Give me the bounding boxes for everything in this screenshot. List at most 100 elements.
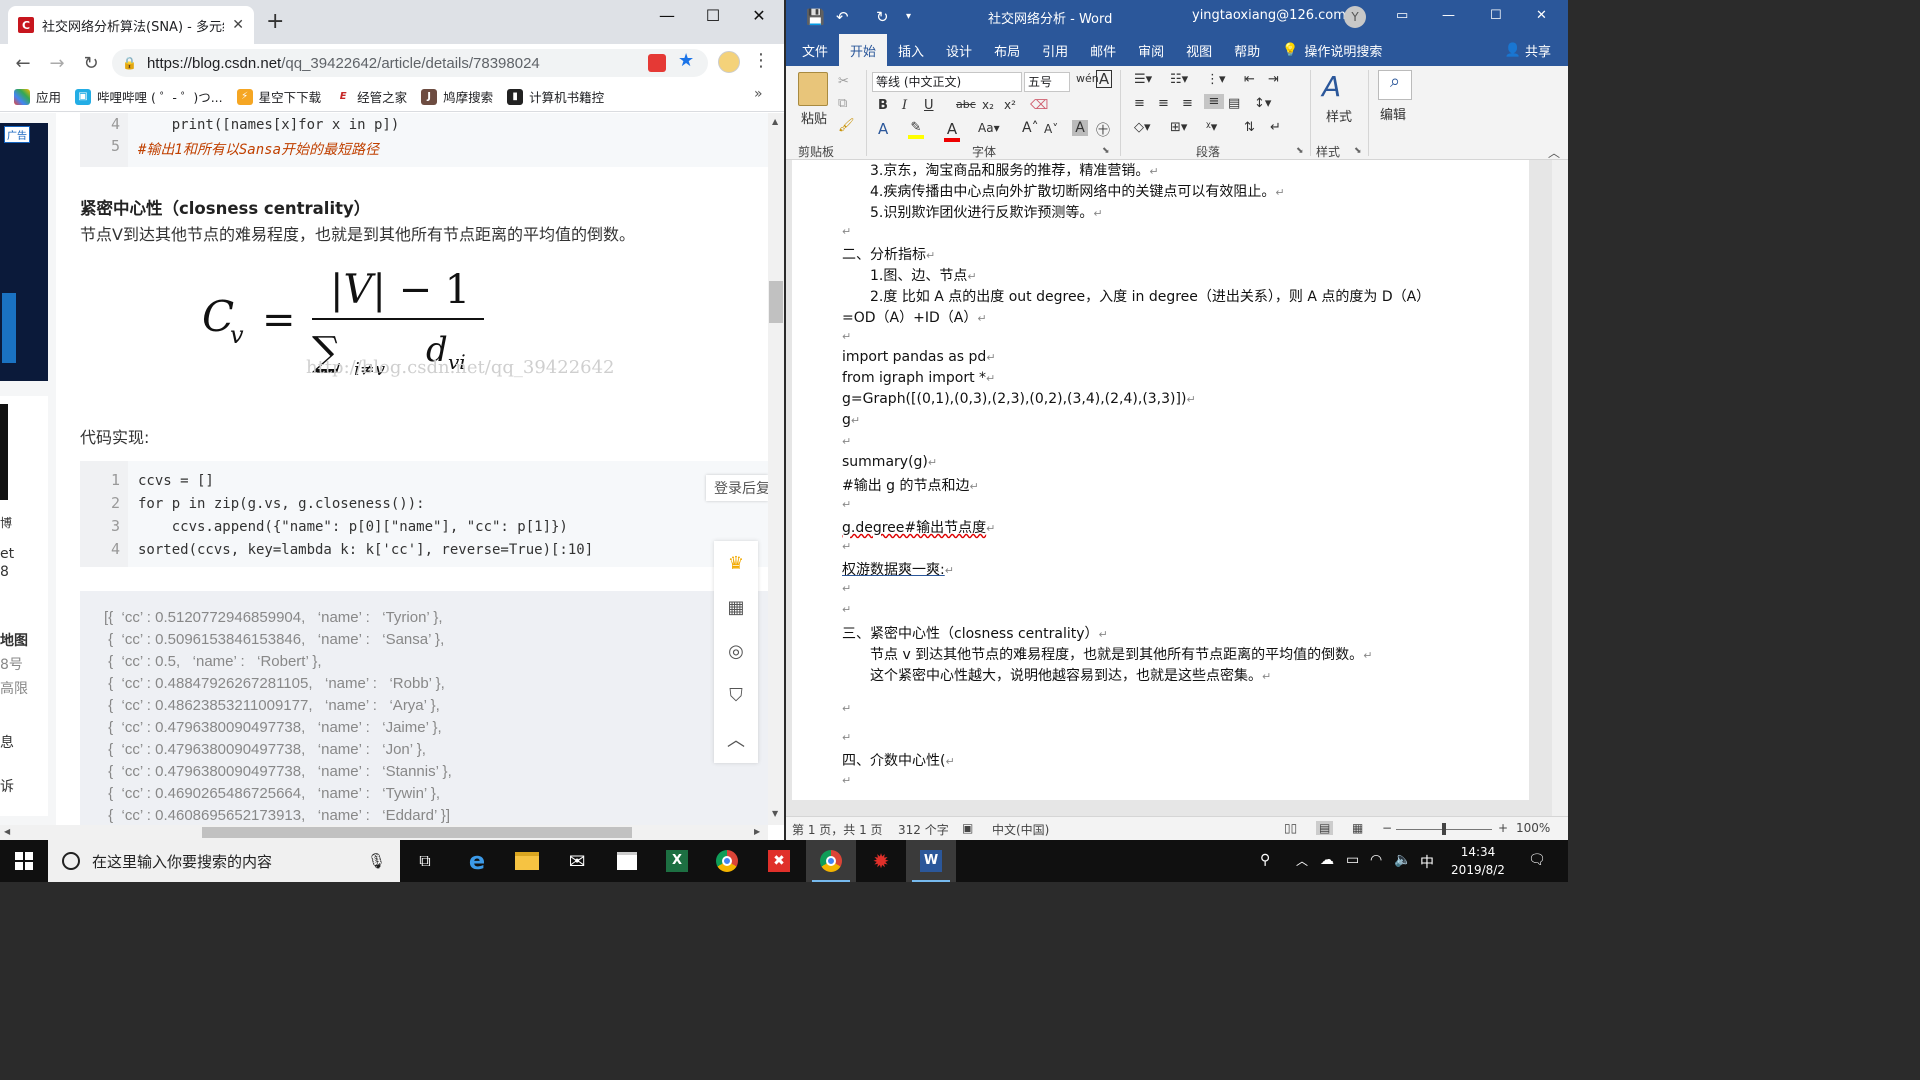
scroll-left-arrow-icon[interactable]: ◀ (4, 827, 10, 836)
multilevel-list-icon[interactable]: ⋮▾ (1206, 72, 1226, 87)
bullets-icon[interactable]: ☰▾ (1134, 72, 1152, 87)
scrollbar-thumb[interactable] (202, 827, 632, 838)
left-ad-banner[interactable]: 广告 (0, 123, 48, 381)
save-icon[interactable]: 💾 (806, 8, 825, 26)
read-mode-icon[interactable]: ▯▯ (1284, 821, 1297, 835)
tab-file[interactable]: 文件 (791, 34, 839, 66)
close-window-button[interactable]: ✕ (1536, 8, 1547, 23)
login-to-copy-button[interactable]: 登录后复 (706, 475, 768, 501)
battery-icon[interactable]: ▭ (1346, 852, 1359, 868)
app-gear-icon[interactable]: ✹ (856, 840, 906, 882)
character-border-icon[interactable]: A (1096, 70, 1112, 88)
font-color-icon[interactable]: A (944, 120, 960, 142)
xmind-icon[interactable]: ✖ (754, 840, 804, 882)
tab-mailings[interactable]: 邮件 (1079, 34, 1127, 66)
text-effects-icon[interactable]: A (878, 120, 888, 138)
ribbon-display-options-icon[interactable]: ▭ (1396, 8, 1408, 23)
tab-view[interactable]: 视图 (1175, 34, 1223, 66)
task-view-icon[interactable]: ⧉ (400, 840, 450, 882)
language-indicator[interactable]: 中文(中国) (992, 821, 1049, 838)
editing-label[interactable]: 编辑 (1380, 104, 1406, 123)
zoom-in-button[interactable]: + (1498, 821, 1508, 835)
web-layout-icon[interactable]: ▦ (1352, 821, 1363, 835)
report-shield-icon[interactable]: ⛉ (714, 673, 758, 717)
ime-indicator[interactable]: 中 (1420, 852, 1434, 872)
minimize-button[interactable]: — (1442, 8, 1455, 23)
left-card-text[interactable]: 诉 (0, 776, 14, 796)
notifications-icon[interactable]: 🗨 (1528, 852, 1546, 868)
print-layout-icon[interactable]: ▤ (1316, 821, 1334, 835)
scrollbar-thumb[interactable] (769, 281, 783, 323)
bookmark-jingguan[interactable]: E 经管之家 (335, 87, 407, 106)
page-vertical-scrollbar[interactable]: ▲ ▼ (768, 113, 784, 825)
reload-button[interactable]: ↻ (74, 53, 108, 74)
zoom-level[interactable]: 100% (1516, 821, 1550, 835)
back-to-top-icon[interactable]: ︿ (714, 717, 758, 761)
show-marks-icon[interactable]: ↵ (1270, 120, 1281, 135)
menu-icon[interactable]: ⋮ (752, 50, 770, 71)
start-button[interactable] (0, 840, 48, 882)
borders-icon[interactable]: ⊞▾ (1170, 120, 1187, 135)
new-tab-button[interactable]: + (266, 11, 284, 33)
page-count[interactable]: 第 1 页，共 1 页 (792, 821, 883, 838)
styles-dialog-launcher-icon[interactable]: ⬊ (1354, 146, 1362, 156)
word-icon[interactable]: W (906, 840, 956, 882)
cloud-icon[interactable]: ☁ (1320, 852, 1334, 868)
bookmark-apps[interactable]: 应用 (14, 87, 61, 106)
zoom-out-button[interactable]: − (1382, 821, 1392, 835)
chrome-open-icon[interactable] (806, 840, 856, 882)
minimize-button[interactable]: — (652, 6, 682, 25)
numbering-icon[interactable]: ☷▾ (1170, 72, 1188, 87)
bookmark-xingkong[interactable]: ⚡ 星空下下载 (236, 87, 321, 106)
tab-references[interactable]: 引用 (1031, 34, 1079, 66)
styles-label[interactable]: 样式 (1326, 106, 1352, 125)
cut-icon[interactable]: ✂ (838, 74, 849, 89)
document-page[interactable]: 3.京东，淘宝商品和服务的推荐，精准营销。↵ 4.疾病传播由中心点向外扩散切断网… (792, 160, 1529, 800)
copy-icon[interactable]: ⧉ (838, 96, 847, 111)
account-email[interactable]: yingtaoxiang@126.com (1192, 8, 1346, 23)
tab-insert[interactable]: 插入 (887, 34, 935, 66)
tell-me-search[interactable]: 💡 操作说明搜索 (1271, 34, 1393, 66)
clear-formatting-icon[interactable]: ⌫ (1030, 98, 1048, 113)
account-avatar[interactable]: Y (1344, 6, 1366, 28)
bookmark-star-icon[interactable]: ★ (678, 50, 694, 71)
close-tab-icon[interactable]: ✕ (232, 17, 244, 33)
line-spacing-icon[interactable]: ↕▾ (1254, 96, 1271, 111)
proofing-icon[interactable]: ▣ (962, 821, 973, 835)
underline-button[interactable]: U (924, 98, 934, 113)
bookmark-books[interactable]: ▮ 计算机书籍控 (507, 87, 604, 106)
share-button[interactable]: 👤 共享 (1494, 34, 1562, 66)
store-icon[interactable] (602, 840, 652, 882)
font-size-combo[interactable]: 五号 (1024, 72, 1070, 92)
forward-button[interactable]: → (40, 53, 74, 74)
decrease-indent-icon[interactable]: ⇤ (1244, 72, 1255, 87)
tray-chevron-icon[interactable]: ︿ (1296, 852, 1308, 869)
align-center-icon[interactable]: ≡ (1158, 96, 1169, 111)
scroll-down-arrow-icon[interactable]: ▼ (772, 809, 778, 818)
tab-help[interactable]: 帮助 (1223, 34, 1271, 66)
justify-icon[interactable]: ≡ (1204, 94, 1224, 109)
tab-home[interactable]: 开始 (839, 34, 888, 66)
italic-button[interactable]: I (902, 98, 907, 113)
change-case-icon[interactable]: Aa▾ (978, 121, 1000, 135)
people-icon[interactable]: ⚲ (1260, 852, 1270, 868)
back-button[interactable]: ← (6, 53, 40, 74)
file-explorer-icon[interactable] (502, 840, 552, 882)
bookmarks-more-button[interactable]: » (754, 86, 763, 102)
grow-font-icon[interactable]: A˄ (1022, 120, 1039, 136)
shading-icon[interactable]: ◇▾ (1134, 120, 1151, 135)
chinese-layout-icon[interactable]: ᵡ▾ (1206, 120, 1217, 135)
font-name-combo[interactable]: 等线 (中文正文) (872, 72, 1022, 92)
excel-icon[interactable]: X (652, 840, 702, 882)
scroll-right-arrow-icon[interactable]: ▶ (754, 827, 760, 836)
word-count[interactable]: 312 个字 (898, 821, 949, 838)
left-card-text[interactable]: 地图 (0, 630, 28, 650)
enclose-characters-icon[interactable]: ㊉ (1096, 120, 1110, 140)
redo-icon[interactable]: ↻ (876, 8, 889, 26)
address-bar[interactable]: 🔒 https://blog.csdn.net/qq_39422642/arti… (112, 49, 708, 77)
profile-avatar[interactable] (718, 51, 740, 73)
microphone-icon[interactable]: 🎙 (367, 852, 386, 870)
bookmark-bilibili[interactable]: ▣ 哔哩哔哩 ( ゜- ゜)つ... (75, 87, 223, 106)
tab-review[interactable]: 审阅 (1127, 34, 1175, 66)
scroll-up-arrow-icon[interactable]: ▲ (772, 117, 778, 126)
